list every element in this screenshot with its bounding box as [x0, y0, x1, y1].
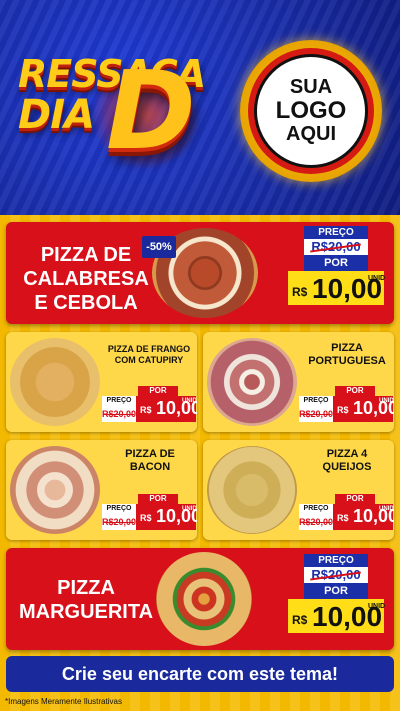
- price-box: PREÇO R$20,00 POR R$ 10,00 UNID: [299, 386, 394, 422]
- price-box: PREÇO R$20,00 POR R$ 10,00 UNID: [288, 226, 386, 305]
- currency-symbol: R$: [292, 285, 308, 299]
- new-price: R$ 10,00 UNID: [333, 504, 394, 530]
- discount-badge: -50%: [142, 236, 176, 258]
- logo-text-line2: LOGO: [275, 97, 347, 125]
- unit-label: UNID: [182, 398, 197, 404]
- currency-symbol: R$: [140, 513, 152, 523]
- preco-label: PREÇO: [102, 396, 136, 406]
- pizza-frango-image: [10, 338, 100, 426]
- logo-placeholder[interactable]: SUA LOGO AQUI: [254, 54, 368, 168]
- price-box: PREÇO R$20,00 POR R$ 10,00 UNID: [102, 494, 197, 530]
- unit-label: UNID: [379, 506, 394, 512]
- product-card-calabresa[interactable]: PIZZA DE CALABRESA E CEBOLA -50% PREÇO R…: [6, 222, 394, 324]
- price-box: PREÇO R$20,00 POR R$ 10,00 UNID: [288, 554, 386, 633]
- unit-label: UNID: [182, 506, 197, 512]
- preco-label: PREÇO: [304, 554, 368, 567]
- product-name: PIZZA MARGUERITA: [18, 577, 154, 623]
- product-card-bacon[interactable]: PIZZA DE BACON PREÇO R$20,00 POR R$ 10,0…: [6, 440, 197, 540]
- new-price: R$ 10,00 UNID: [288, 599, 386, 633]
- pizza-4-queijos-image: [207, 446, 297, 534]
- product-card-portuguesa[interactable]: PIZZA PORTUGUESA PREÇO R$20,00 POR R$ 10…: [203, 332, 394, 432]
- product-card-frango[interactable]: PIZZA DE FRANGO COM CATUPIRY PREÇO R$20,…: [6, 332, 197, 432]
- pizza-bacon-image: [10, 446, 100, 534]
- title-dia: DIA: [18, 92, 95, 138]
- preco-label: PREÇO: [299, 504, 333, 514]
- preco-label: PREÇO: [102, 504, 136, 514]
- product-card-marguerita[interactable]: PIZZA MARGUERITA PREÇO R$20,00 POR R$ 10…: [6, 548, 394, 650]
- currency-symbol: R$: [337, 405, 349, 415]
- por-label: POR: [335, 386, 375, 396]
- new-price: R$ 10,00 UNID: [136, 396, 197, 422]
- pizza-portuguesa-image: [207, 338, 297, 426]
- new-price: R$ 10,00 UNID: [333, 396, 394, 422]
- por-label: POR: [304, 583, 368, 599]
- product-name: PIZZA DE FRANGO COM CATUPIRY: [107, 344, 191, 365]
- por-label: POR: [304, 255, 368, 271]
- por-label: POR: [138, 386, 178, 396]
- product-name: PIZZA DE BACON: [125, 448, 175, 473]
- title-big-d: D: [106, 49, 196, 174]
- logo-text-line3: AQUI: [286, 122, 336, 145]
- new-price: R$ 10,00 UNID: [136, 504, 197, 530]
- por-label: POR: [335, 494, 375, 504]
- currency-symbol: R$: [337, 513, 349, 523]
- price-box: PREÇO R$20,00 POR R$ 10,00 UNID: [102, 386, 197, 422]
- old-price: R$20,00: [304, 567, 368, 583]
- illustrative-images-disclaimer: *Imagens Meramente Ilustrativas: [5, 697, 122, 706]
- header-banner: RESSACA DIA D SUA LOGO AQUI: [0, 0, 400, 215]
- product-name: PIZZA 4 QUEIJOS: [322, 448, 372, 473]
- logo-text-line1: SUA: [289, 76, 333, 99]
- currency-symbol: R$: [292, 613, 308, 627]
- old-price: R$20,00: [299, 514, 333, 530]
- new-price: R$ 10,00 UNID: [288, 271, 386, 305]
- unit-label: UNID: [368, 275, 386, 282]
- old-price: R$20,00: [102, 406, 136, 422]
- price-box: PREÇO R$20,00 POR R$ 10,00 UNID: [299, 494, 394, 530]
- por-label: POR: [138, 494, 178, 504]
- create-flyer-button[interactable]: Crie seu encarte com este tema!: [6, 656, 394, 692]
- product-card-4-queijos[interactable]: PIZZA 4 QUEIJOS PREÇO R$20,00 POR R$ 10,…: [203, 440, 394, 540]
- preco-label: PREÇO: [299, 396, 333, 406]
- preco-label: PREÇO: [304, 226, 368, 239]
- old-price: R$20,00: [299, 406, 333, 422]
- old-price: R$20,00: [102, 514, 136, 530]
- currency-symbol: R$: [140, 405, 152, 415]
- pizza-marguerita-image: [156, 552, 252, 646]
- unit-label: UNID: [368, 603, 386, 610]
- unit-label: UNID: [379, 398, 394, 404]
- product-name: PIZZA PORTUGUESA: [308, 342, 386, 367]
- old-price: R$20,00: [304, 239, 368, 255]
- product-name: PIZZA DE CALABRESA E CEBOLA: [23, 244, 149, 314]
